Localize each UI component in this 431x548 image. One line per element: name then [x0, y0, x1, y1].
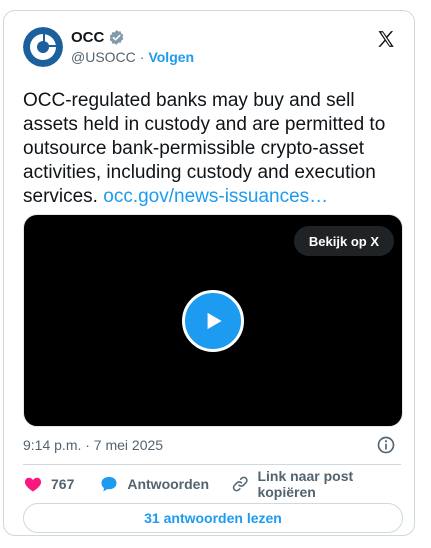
x-logo-icon[interactable] — [376, 29, 396, 49]
tweet-timestamp[interactable]: 9:14 p.m. · 7 mei 2025 — [23, 437, 163, 453]
verified-badge-icon — [110, 30, 124, 45]
play-button[interactable] — [182, 290, 244, 352]
author-handle-row: @USOCC · Volgen — [71, 49, 194, 65]
tweet-card: OCC @USOCC · Volgen OCC-regulated banks … — [3, 10, 415, 536]
divider — [23, 464, 401, 465]
reply-label: Antwoorden — [127, 476, 210, 492]
copy-link-label: Link naar post kopiëren — [257, 468, 354, 500]
follow-button[interactable]: Volgen — [148, 49, 194, 65]
author-name-row: OCC — [71, 29, 125, 46]
heart-icon — [24, 477, 42, 492]
like-count: 767 — [51, 476, 75, 492]
copy-link-button[interactable]: Link naar post kopiëren — [231, 468, 403, 500]
like-button[interactable]: 767 — [23, 474, 74, 494]
reply-bubble-icon — [101, 476, 117, 492]
author-handle[interactable]: @USOCC — [71, 49, 136, 65]
info-icon[interactable] — [376, 435, 396, 455]
watch-on-x-button[interactable]: Bekijk op X — [293, 226, 394, 256]
separator-dot: · — [139, 49, 145, 65]
read-replies-button[interactable]: 31 antwoorden lezen — [23, 503, 403, 533]
video-player[interactable]: Bekijk op X — [23, 214, 403, 427]
tweet-actions: 767 Antwoorden Link naar post kopiëren — [23, 468, 403, 500]
link-icon — [232, 476, 248, 492]
play-icon — [207, 312, 222, 330]
occ-logo-avatar[interactable] — [23, 27, 63, 67]
tweet-link[interactable]: occ.gov/news-issuances… — [103, 186, 328, 207]
tweet-text: OCC-regulated banks may buy and sell ass… — [23, 89, 403, 209]
reply-button[interactable]: Antwoorden — [99, 474, 209, 494]
author-name[interactable]: OCC — [71, 29, 104, 46]
